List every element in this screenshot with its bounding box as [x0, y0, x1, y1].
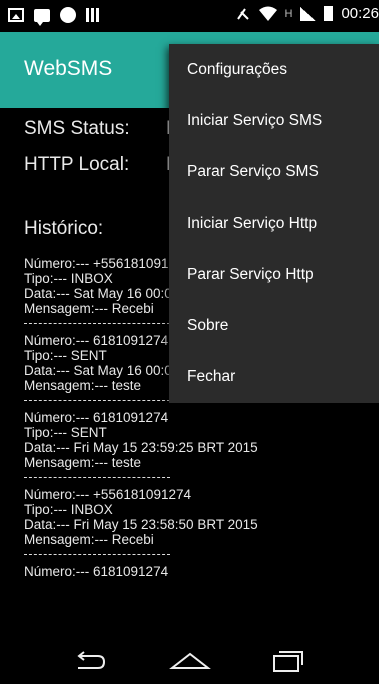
- history-entry: Número:--- 6181091274 Tipo:--- SENT Data…: [24, 410, 364, 470]
- entry-separator: [24, 323, 170, 325]
- entry-message: Mensagem:--- teste: [24, 455, 142, 470]
- menu-item-iniciar-servico-sms[interactable]: Iniciar Serviço SMS: [169, 95, 379, 146]
- recents-icon: [273, 651, 303, 672]
- entry-message: Mensagem:--- Recebi: [24, 532, 154, 547]
- entry-type: Tipo:--- INBOX: [24, 502, 113, 517]
- mute-icon: [236, 7, 249, 20]
- clock: 00:26: [341, 5, 379, 22]
- back-button[interactable]: [50, 638, 130, 684]
- phone-screen: H 00:26 WebSMS SMS Status: P HTTP Local:…: [0, 0, 379, 684]
- wifi-icon: [258, 6, 277, 21]
- entry-separator: [24, 554, 170, 556]
- entry-number: Número:--- 6181091274: [24, 564, 169, 579]
- bars-notification-icon: [86, 8, 100, 22]
- recents-button[interactable]: [248, 638, 328, 684]
- entry-date: Data:--- Fri May 15 23:59:25 BRT 2015: [24, 440, 258, 455]
- history-title: Histórico:: [24, 218, 104, 239]
- network-type-label: H: [284, 7, 293, 20]
- chat-notification-icon: [34, 8, 50, 26]
- back-icon: [77, 651, 106, 669]
- entry-number: Número:--- +556181091274: [24, 487, 191, 502]
- menu-item-iniciar-servico-http[interactable]: Iniciar Serviço Http: [169, 198, 379, 249]
- http-local-label: HTTP Local:: [24, 154, 130, 175]
- history-entry: Número:--- +556181091274 Tipo:--- INBOX …: [24, 487, 364, 547]
- history-entry: Número:--- 6181091274: [24, 564, 364, 579]
- entry-separator: [24, 400, 170, 402]
- home-icon: [169, 652, 211, 669]
- menu-item-configuracoes[interactable]: Configurações: [169, 44, 379, 95]
- navigation-bar: [0, 638, 379, 684]
- menu-item-parar-servico-http[interactable]: Parar Serviço Http: [169, 249, 379, 300]
- signal-icon: [300, 6, 317, 21]
- entry-separator: [24, 477, 170, 479]
- home-button[interactable]: [150, 638, 230, 684]
- entry-type: Tipo:--- SENT: [24, 425, 107, 440]
- app-title: WebSMS: [24, 57, 113, 80]
- menu-item-fechar[interactable]: Fechar: [169, 352, 379, 403]
- image-notification-icon: [8, 8, 24, 22]
- overflow-menu: Configurações Iniciar Serviço SMS Parar …: [169, 44, 379, 403]
- menu-item-sobre[interactable]: Sobre: [169, 300, 379, 351]
- app-notification-icon: [60, 7, 76, 23]
- status-bar: H 00:26: [0, 0, 379, 32]
- sms-status-label: SMS Status:: [24, 118, 130, 139]
- entry-date: Data:--- Fri May 15 23:58:50 BRT 2015: [24, 517, 258, 532]
- battery-icon: [324, 6, 334, 21]
- menu-item-parar-servico-sms[interactable]: Parar Serviço SMS: [169, 147, 379, 198]
- entry-number: Número:--- 6181091274: [24, 410, 169, 425]
